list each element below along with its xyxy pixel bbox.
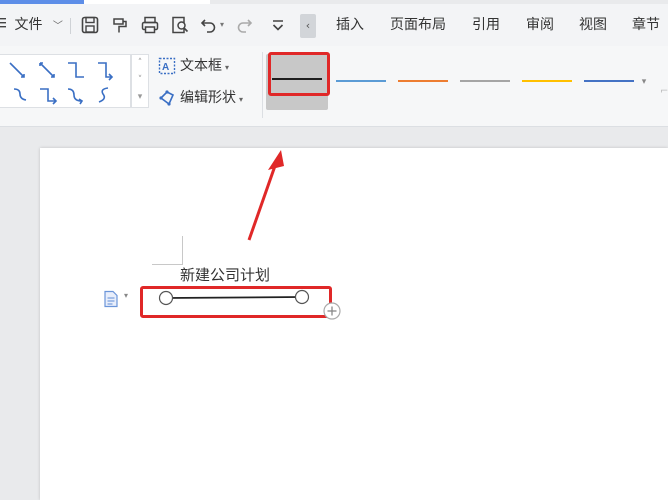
line-style-swatch (460, 80, 510, 82)
document-page[interactable] (40, 148, 668, 500)
selected-style-highlight (268, 52, 330, 96)
file-menu-label: 文件 (14, 17, 43, 33)
tab-section[interactable]: 章节 (632, 4, 660, 46)
menu-lines-icon (0, 4, 6, 46)
paragraph-layout-icon[interactable] (103, 290, 119, 308)
margin-corner-mark (152, 236, 183, 265)
print-preview-icon[interactable] (170, 15, 190, 35)
menu-bar: 文件 ﹀ ▾ ‹ 插入 页面布局 引用 审阅 视图 章节 (0, 4, 668, 46)
gallery-expand-icon[interactable]: ▾ (132, 89, 148, 106)
tab-review[interactable]: 审阅 (526, 4, 554, 46)
line-style-swatch (336, 80, 386, 82)
collapse-left-icon[interactable]: ‹ (300, 14, 316, 38)
textbox-label: 文本框 (180, 58, 222, 74)
scroll-down-icon[interactable]: ˅ (132, 72, 148, 89)
save-icon[interactable] (80, 15, 100, 35)
line-style-orange[interactable] (392, 54, 454, 110)
edit-shape-button[interactable]: 编辑形状 ▾ (158, 87, 243, 109)
customize-toolbar-icon[interactable] (268, 15, 288, 35)
document-text[interactable]: 新建公司计划 (180, 264, 270, 285)
chevron-down-icon: ▾ (225, 63, 230, 72)
menu-separator (70, 18, 71, 34)
style-gallery-edge: ⌐ (660, 86, 668, 97)
tab-page-layout[interactable]: 页面布局 (390, 4, 446, 46)
chevron-down-icon: ﹀ (52, 21, 63, 32)
ribbon: ˄ ˅ ▾ A 文本框 ▾ 编辑形状 ▾ ▾ ⌐ (0, 46, 668, 127)
file-menu[interactable]: 文件 ﹀ (0, 4, 63, 46)
textbox-button[interactable]: A 文本框 ▾ (158, 55, 229, 77)
tab-insert[interactable]: 插入 (336, 4, 364, 46)
line-style-blue[interactable] (330, 54, 392, 110)
line-style-dark-blue[interactable] (578, 54, 640, 110)
svg-text:A: A (162, 62, 169, 73)
tab-references[interactable]: 引用 (472, 4, 500, 46)
edit-shape-icon (158, 89, 176, 114)
tab-view[interactable]: 视图 (579, 4, 607, 46)
undo-dropdown-icon[interactable]: ▾ (220, 4, 224, 46)
selected-line-highlight (140, 286, 332, 318)
connector-shapes-icon (9, 62, 114, 105)
edit-shape-label: 编辑形状 (180, 90, 236, 106)
line-style-gray[interactable] (454, 54, 516, 110)
style-gallery-more-icon[interactable]: ▾ (637, 54, 651, 110)
undo-icon[interactable] (199, 15, 219, 35)
ribbon-separator (262, 52, 263, 118)
print-icon[interactable] (140, 15, 160, 35)
shape-gallery[interactable] (0, 54, 131, 108)
shape-layout-options-icon[interactable] (322, 301, 342, 321)
line-style-swatch (522, 80, 572, 82)
chevron-down-icon[interactable]: ▾ (124, 291, 128, 300)
chevron-down-icon: ▾ (239, 95, 244, 104)
line-style-swatch (584, 80, 634, 82)
redo-icon[interactable] (234, 15, 254, 35)
line-style-swatch (398, 80, 448, 82)
line-style-gold[interactable] (516, 54, 578, 110)
format-painter-icon[interactable] (110, 15, 130, 35)
gallery-scrollbar[interactable]: ˄ ˅ ▾ (131, 54, 149, 108)
scroll-up-icon[interactable]: ˄ (132, 55, 148, 72)
textbox-icon: A (158, 57, 176, 82)
